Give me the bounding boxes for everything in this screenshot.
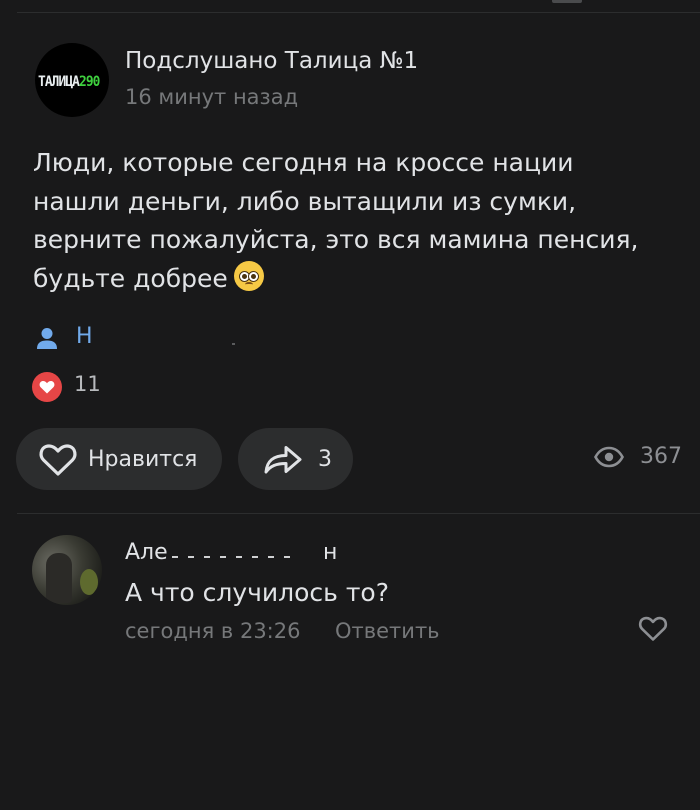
share-count: 3 (318, 446, 332, 472)
post-text-line: Люди, которые сегодня на кроссе нации (33, 148, 574, 177)
avatar-foliage (80, 569, 98, 595)
share-button[interactable]: 3 (238, 428, 353, 490)
post-author-link[interactable]: Н (76, 324, 98, 349)
reactions-count[interactable]: 11 (74, 372, 101, 396)
post-author-redaction-mark (232, 343, 235, 345)
comment-author-avatar[interactable] (32, 535, 102, 605)
comment-text: А что случилось то? (125, 578, 389, 607)
like-button[interactable]: Нравится (16, 428, 222, 490)
post-text: Люди, которые сегодня на кроссе нации на… (33, 144, 683, 298)
user-icon (37, 328, 57, 349)
group-name[interactable]: Подслушано Талица №1 (125, 48, 418, 74)
post-timestamp: 16 минут назад (125, 85, 299, 109)
comment-like-heart-icon[interactable] (638, 614, 668, 642)
comment-reply-button[interactable]: Ответить (335, 619, 440, 643)
like-button-label: Нравится (88, 446, 198, 472)
post-text-line: нашли деньги, либо вытащили из сумки, (33, 186, 577, 216)
top-scroll-indicator (552, 0, 582, 3)
comment-author-name-end[interactable]: н (323, 540, 337, 565)
views-counter: 367 (594, 444, 682, 469)
comment-author-name[interactable]: Але (125, 540, 171, 565)
top-divider (17, 12, 700, 13)
reaction-heart-icon[interactable] (32, 372, 62, 402)
pleading-face-emoji-icon (233, 260, 264, 291)
comment-author-redaction (168, 538, 336, 566)
avatar-figure (46, 553, 72, 603)
post-text-line: будьте добрее (33, 260, 683, 299)
eye-icon (594, 446, 624, 467)
group-avatar[interactable]: ТАЛИЦА290 (35, 43, 109, 117)
group-avatar-logo: ТАЛИЦА290 (38, 74, 100, 90)
views-count: 367 (640, 444, 682, 469)
heart-outline-icon (39, 444, 77, 476)
post-author-redaction (96, 322, 276, 350)
comments-divider (17, 513, 700, 514)
comment-timestamp: сегодня в 23:26 (125, 619, 301, 643)
share-arrow-icon (264, 446, 302, 474)
post-text-line: верните пожалуйста, это вся мамина пенси… (33, 225, 639, 254)
